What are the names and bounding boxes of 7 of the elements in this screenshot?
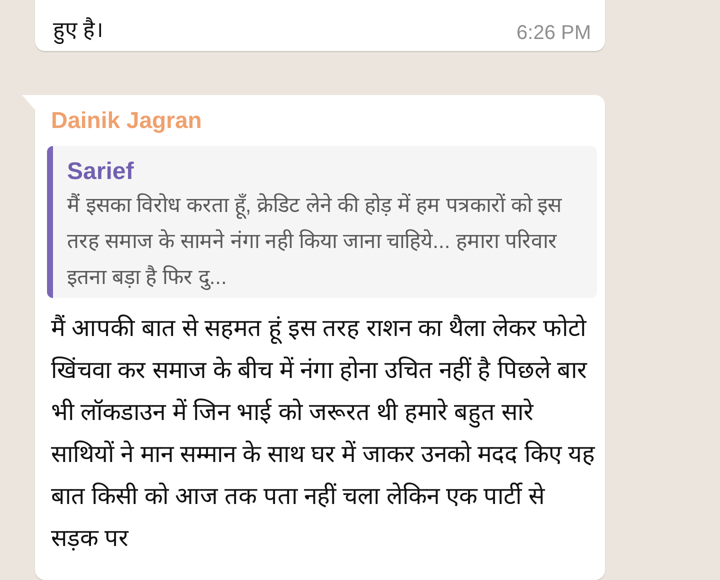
sender-name: Dainik Jagran: [51, 107, 203, 134]
quote-author: Sarief: [67, 157, 135, 187]
quoted-message[interactable]: Sarief मैं इसका विरोध करता हूँ, क्रेडिट लेने की होड़ में हम पत्रकारों को इस तरह समाज के सामने नंगा नही किया जाना चाहिये... हमारा परिवार इतना बड़ा है फिर दु...: [47, 146, 597, 298]
message-text: हुए है।: [53, 16, 104, 45]
message-time: 6:26 PM: [516, 22, 591, 45]
quote-text: मैं इसका विरोध करता हूँ, क्रेडिट लेने की होड़ में हम पत्रकारों को इस तरह समाज के सामने नंगा नही किया जाना चाहिये... हमारा परिवार इतना बड़ा है फिर दु...: [67, 192, 563, 292]
message-text: मैं आपकी बात से सहमत हूं इस तरह राशन का थैला लेकर फोटो खिंचवा कर समाज के बीच में नंगा होना उचित नहीं है पिछले बार भी लॉकडाउन में जिन भाई को जरूरत थी हमारे बहुत सारे साथियों ने मान सम्मान के साथ घर में जाकर उनको मदद किए यह बात किसी को आज तक पता नहीं चला लेकिन एक पार्टी से सड़क पर: [50, 314, 596, 554]
